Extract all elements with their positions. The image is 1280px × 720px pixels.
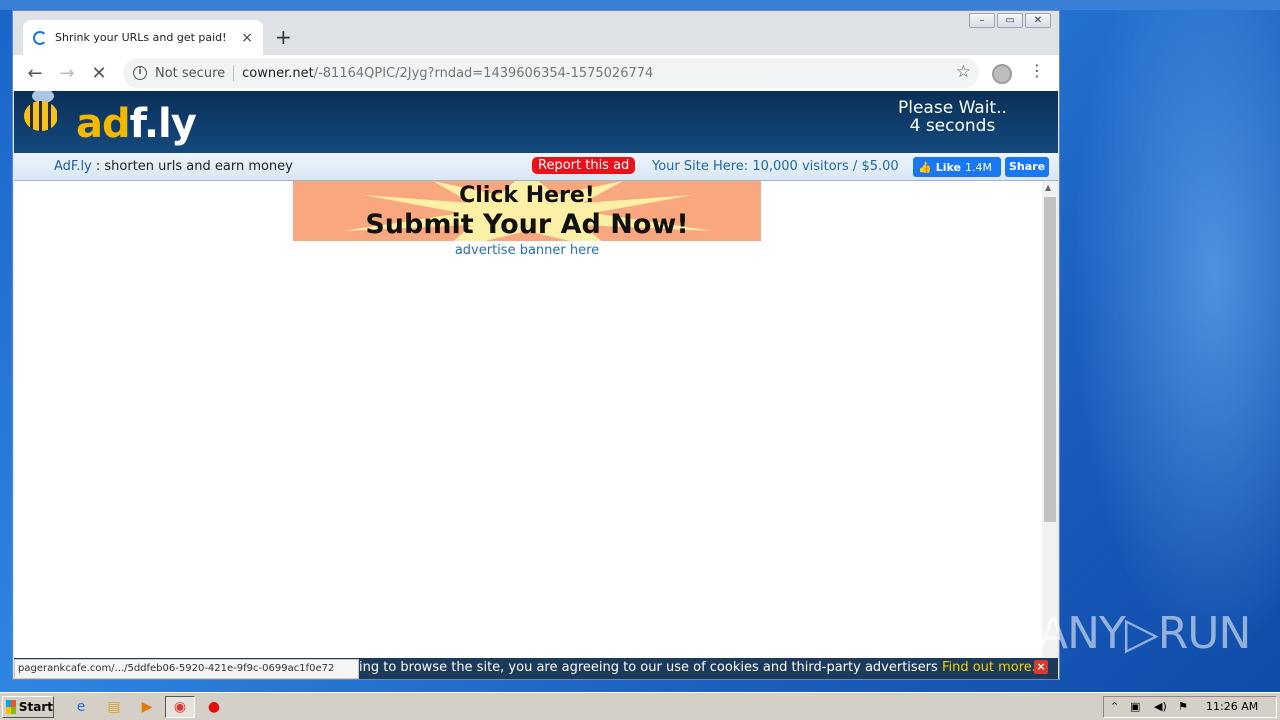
page-viewport: adf.ly Please Wait.. 4 seconds AdF.ly : … (14, 91, 1058, 679)
browser-window: – ▭ ✕ Shrink your URLs and get paid! × +… (12, 10, 1060, 680)
status-url-bubble: pagerankcafe.com/.../5ddfeb06-5920-421e-… (14, 659, 359, 679)
start-button[interactable]: Start (2, 696, 54, 718)
countdown-box[interactable]: Please Wait.. 4 seconds (898, 99, 1007, 135)
address-separator (233, 65, 235, 81)
browser-toolbar: ← → ✕ i Not secure cowner.net /-81164QPI… (13, 55, 1059, 91)
your-site-here-link[interactable]: Your Site Here: 10,000 visitors / $5.00 (652, 159, 899, 174)
taskbar: Start e ▤ ▶ ◉ ● ⌃ ▣ ◀) ⚑ 11:26 AM (0, 692, 1280, 720)
media-player-icon[interactable]: ▶ (138, 698, 156, 716)
url-path: /-81164QPIC/2Jyg?rndad=1439606354-157502… (313, 65, 654, 81)
find-out-more-link[interactable]: Find out more. (942, 660, 1036, 675)
info-icon[interactable]: i (133, 66, 147, 80)
cookie-close-icon[interactable]: × (1034, 660, 1048, 674)
anyrun-watermark: ANY▷RUN (1038, 608, 1251, 659)
banner-headline: Click Here! (459, 183, 595, 208)
facebook-like-button[interactable]: 👍 Like 1.4M (913, 157, 1001, 177)
bee-icon (24, 101, 58, 131)
desktop-top-strip (0, 0, 1280, 10)
taskbar-clock[interactable]: 11:26 AM (1206, 700, 1258, 713)
new-tab-button[interactable]: + (275, 25, 292, 49)
scroll-thumb[interactable] (1044, 197, 1056, 522)
tab-strip: Shrink your URLs and get paid! × + (13, 11, 1059, 55)
tab-active[interactable]: Shrink your URLs and get paid! × (23, 20, 263, 55)
profile-avatar-icon[interactable] (992, 64, 1012, 84)
page-scrollbar[interactable]: ▲ (1042, 181, 1058, 679)
action-center-flag-icon[interactable]: ⚑ (1178, 700, 1188, 713)
please-wait-label: Please Wait.. (898, 98, 1007, 118)
system-tray: ⌃ ▣ ◀) ⚑ 11:26 AM (1103, 696, 1277, 718)
not-secure-label: Not secure (155, 65, 226, 81)
adfly-logo[interactable]: adf.ly (24, 91, 197, 151)
tagline: AdF.ly : shorten urls and earn money (54, 159, 293, 174)
desktop-background (1060, 0, 1280, 690)
scroll-up-icon[interactable]: ▲ (1045, 183, 1051, 192)
loading-spinner-icon (33, 30, 47, 45)
browser-menu-icon[interactable]: ⋮ (1029, 61, 1045, 80)
network-icon[interactable]: ▣ (1130, 700, 1140, 713)
tab-close-icon[interactable]: × (241, 30, 253, 46)
adfly-subbar: AdF.ly : shorten urls and earn money Rep… (14, 153, 1058, 181)
volume-icon[interactable]: ◀) (1154, 700, 1167, 713)
ad-banner[interactable]: Click Here! Submit Your Ad Now! (293, 181, 761, 241)
address-bar[interactable]: i Not secure cowner.net /-81164QPIC/2Jyg… (123, 58, 979, 88)
chrome-icon[interactable]: ◉ (171, 698, 189, 716)
facebook-share-button[interactable]: Share (1005, 157, 1049, 177)
opera-icon[interactable]: ● (205, 698, 223, 716)
thumbs-up-icon: 👍 (918, 160, 932, 174)
tray-expand-icon[interactable]: ⌃ (1110, 700, 1119, 713)
stop-loading-icon[interactable]: ✕ (83, 63, 115, 84)
tab-title: Shrink your URLs and get paid! (55, 31, 227, 44)
seconds-label: 4 seconds (909, 116, 996, 136)
internet-explorer-icon[interactable]: e (72, 698, 90, 716)
banner-subheadline: Submit Your Ad Now! (365, 209, 689, 240)
back-arrow-icon[interactable]: ← (19, 63, 51, 84)
like-count: 1.4M (964, 160, 992, 174)
windows-logo-icon (6, 700, 16, 714)
logo-text: adf.ly (76, 101, 197, 147)
report-ad-button[interactable]: Report this ad (532, 157, 636, 174)
bookmark-star-icon[interactable]: ☆ (956, 62, 971, 82)
advertise-banner-link[interactable]: advertise banner here (293, 243, 761, 258)
start-label: Start (18, 700, 53, 714)
adfly-header: adf.ly Please Wait.. 4 seconds (14, 91, 1058, 153)
url-host: cowner.net (242, 65, 314, 81)
adfly-brand-link[interactable]: AdF.ly (54, 159, 92, 174)
folder-icon[interactable]: ▤ (105, 698, 123, 716)
forward-arrow-icon[interactable]: → (51, 63, 83, 84)
cookie-notice-text: ing to browse the site, you are agreeing… (359, 660, 1036, 675)
